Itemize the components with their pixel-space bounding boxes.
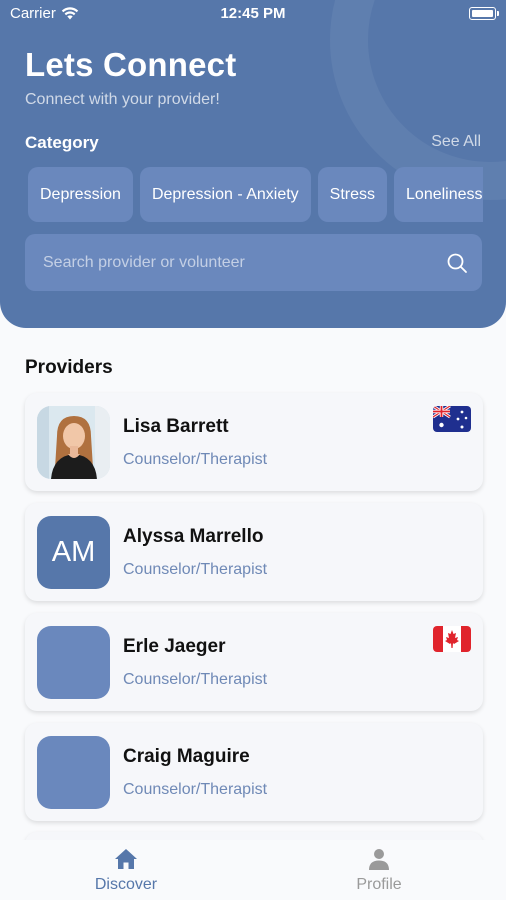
provider-photo (37, 406, 110, 479)
tab-profile-label: Profile (356, 876, 402, 893)
providers-heading: Providers (25, 357, 113, 378)
status-bar: Carrier 12:45 PM (0, 0, 506, 28)
avatar (37, 736, 110, 809)
avatar (37, 626, 110, 699)
category-chip-loneliness[interactable]: Loneliness (394, 167, 483, 222)
clock: 12:45 PM (220, 5, 286, 22)
canada-flag-icon (433, 626, 471, 652)
category-chip-stress[interactable]: Stress (317, 167, 388, 222)
header-panel: Carrier 12:45 PM Lets Connect Connect wi… (0, 0, 506, 328)
provider-card[interactable]: Erle Jaeger Counselor/Therapist (25, 613, 483, 711)
battery-icon (469, 7, 499, 20)
tab-bar: Discover Profile (0, 840, 506, 900)
see-all-link[interactable]: See All (431, 133, 481, 151)
category-chip-depression-anxiety[interactable]: Depression - Anxiety (139, 167, 311, 222)
provider-name: Lisa Barrett (123, 416, 229, 437)
page-title: Lets Connect (25, 46, 237, 83)
provider-role: Counselor/Therapist (123, 671, 268, 688)
provider-card[interactable]: Lisa Barrett Counselor/Therapist (25, 393, 483, 491)
provider-role: Counselor/Therapist (123, 781, 268, 798)
provider-name: Craig Maguire (123, 746, 250, 767)
avatar-initials: AM (51, 536, 96, 568)
provider-list: Lisa Barrett Counselor/Therapist AM Alys… (25, 393, 483, 833)
provider-role: Counselor/Therapist (123, 561, 268, 578)
search-bar (25, 234, 482, 291)
provider-role: Counselor/Therapist (123, 451, 268, 468)
avatar: AM (37, 516, 110, 589)
provider-card[interactable]: AM Alyssa Marrello Counselor/Therapist (25, 503, 483, 601)
provider-name: Alyssa Marrello (123, 526, 264, 547)
search-icon[interactable] (446, 252, 468, 274)
search-input[interactable] (25, 234, 435, 291)
avatar (37, 406, 110, 479)
australia-flag-icon (433, 406, 471, 432)
tab-discover[interactable]: Discover (56, 848, 196, 894)
person-icon (369, 849, 389, 870)
provider-name: Erle Jaeger (123, 636, 226, 657)
page-subtitle: Connect with your provider! (25, 91, 220, 108)
category-heading: Category (25, 133, 99, 152)
category-chips: Depression Depression - Anxiety Stress L… (28, 167, 483, 222)
tab-profile[interactable]: Profile (309, 848, 449, 894)
home-icon (115, 849, 137, 869)
tab-discover-label: Discover (94, 876, 158, 893)
category-chip-depression[interactable]: Depression (28, 167, 133, 222)
provider-card[interactable]: Craig Maguire Counselor/Therapist (25, 723, 483, 821)
